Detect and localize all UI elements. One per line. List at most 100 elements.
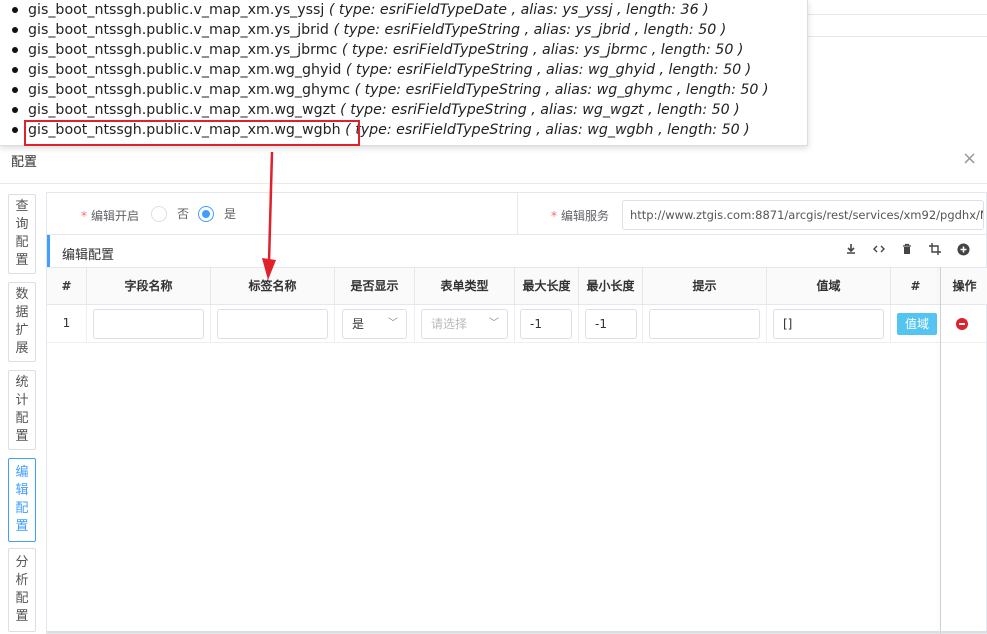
field-meta: ( type: esriFieldTypeString , alias: wg_… <box>340 102 740 118</box>
bullet-icon <box>12 67 18 73</box>
list-item[interactable]: gis_boot_ntssgh.public.v_map_xm.ys_yssj … <box>10 0 807 20</box>
field-name: gis_boot_ntssgh.public.v_map_xm.ys_jbrmc <box>28 42 338 58</box>
field-meta: ( type: esriFieldTypeString , alias: wg_… <box>345 122 750 138</box>
tab-edit-config[interactable]: 编 辑 配 置 <box>8 458 36 542</box>
tab-char: 配 <box>15 591 29 606</box>
col-hint: 提示 <box>643 268 767 305</box>
horizontal-scrollbar[interactable] <box>47 631 987 633</box>
tab-statistics-config[interactable]: 统 计 配 置 <box>8 370 36 450</box>
delete-row-icon[interactable] <box>956 318 968 330</box>
tab-char: 配 <box>15 501 29 516</box>
field-meta: ( type: esriFieldTypeString , alias: wg_… <box>354 82 769 98</box>
field-meta: ( type: esriFieldTypeDate , alias: ys_ys… <box>328 2 709 18</box>
radio-circle-checked[interactable] <box>198 205 214 222</box>
highlight-box <box>24 120 360 146</box>
tab-char: 数 <box>15 287 29 302</box>
col-min-length: 最小长度 <box>579 268 643 305</box>
form-type-placeholder: 请选择 <box>431 317 468 331</box>
bullet-icon <box>12 127 18 133</box>
field-name: gis_boot_ntssgh.public.v_map_xm.wg_ghyid <box>28 62 342 78</box>
tab-char: 展 <box>15 341 29 356</box>
tab-char: 据 <box>15 305 29 320</box>
field-meta: ( type: esriFieldTypeString , alias: wg_… <box>345 62 752 78</box>
trash-icon[interactable] <box>900 243 914 258</box>
label-name-input[interactable] <box>217 309 328 339</box>
chevron-down-icon: ﹀ <box>489 318 499 329</box>
dialog-divider <box>0 183 987 184</box>
table-row: 1 是 ﹀ 请选择 ﹀ -1 -1 [] 值域 <box>47 305 987 343</box>
hint-input[interactable] <box>649 309 760 339</box>
col-index: # <box>47 268 87 305</box>
show-select[interactable]: 是 ﹀ <box>342 309 407 339</box>
min-length-input[interactable]: -1 <box>585 309 637 339</box>
tab-analysis-config[interactable]: 分 析 配 置 <box>8 548 36 632</box>
table-header: # 字段名称 标签名称 是否显示 表单类型 最大长度 最小长度 提示 值域 # … <box>47 267 987 305</box>
tab-char: 置 <box>15 429 29 444</box>
edit-enable-label-text: 编辑开启 <box>91 209 140 223</box>
list-item[interactable]: gis_boot_ntssgh.public.v_map_xm.wg_wgzt … <box>10 100 807 120</box>
list-item[interactable]: gis_boot_ntssgh.public.v_map_xm.wg_ghymc… <box>10 80 807 100</box>
range-input[interactable]: [] <box>773 309 884 339</box>
list-item[interactable]: gis_boot_ntssgh.public.v_map_xm.ys_jbrid… <box>10 20 807 40</box>
crop-icon[interactable] <box>928 243 942 258</box>
max-length-input[interactable]: -1 <box>520 309 572 339</box>
col-actions: 操作 <box>952 279 977 293</box>
add-circle-icon[interactable] <box>956 243 970 259</box>
field-name: gis_boot_ntssgh.public.v_map_xm.ys_yssj <box>28 2 325 18</box>
field-name: gis_boot_ntssgh.public.v_map_xm.wg_wgzt <box>28 102 336 118</box>
field-name-input[interactable] <box>93 309 204 339</box>
cell-max-length: -1 <box>515 305 579 342</box>
form-type-select[interactable]: 请选择 ﹀ <box>421 309 508 339</box>
range-button[interactable]: 值域 <box>897 313 937 335</box>
tab-data-extension[interactable]: 数 据 扩 展 <box>8 282 36 362</box>
cell-label-name <box>211 305 335 342</box>
radio-yes-label: 是 <box>224 207 237 221</box>
background-line <box>808 36 987 37</box>
field-meta: ( type: esriFieldTypeString , alias: ys_… <box>333 22 727 38</box>
background-line <box>808 14 987 15</box>
field-name: gis_boot_ntssgh.public.v_map_xm.ys_jbrid <box>28 22 329 38</box>
tab-char: 配 <box>15 411 29 426</box>
tab-char: 辑 <box>15 483 29 498</box>
tab-char: 扩 <box>15 323 29 338</box>
radio-yes[interactable]: 是 <box>198 205 236 222</box>
edit-service-label: * 编辑服务 <box>551 209 610 223</box>
config-dialog: 配置 × 查 询 配 置 数 据 扩 展 统 计 配 置 编 辑 配 置 分 析… <box>0 136 987 634</box>
tab-char: 查 <box>15 199 29 214</box>
form-divider <box>517 193 518 235</box>
edit-config-panel: * 编辑开启 否 是 * 编辑服务 http://www.ztgis.com:887… <box>46 192 987 634</box>
tab-char: 置 <box>15 519 29 534</box>
cell-show: 是 ﹀ <box>335 305 415 342</box>
cell-min-length: -1 <box>579 305 643 342</box>
bullet-icon <box>12 27 18 33</box>
tab-char: 统 <box>15 375 29 390</box>
row-index: 1 <box>47 305 87 342</box>
radio-no-label: 否 <box>177 207 190 221</box>
edit-service-input[interactable]: http://www.ztgis.com:8871/arcgis/rest/se… <box>622 200 984 230</box>
show-select-value: 是 <box>352 317 365 331</box>
background-strip <box>808 0 987 140</box>
section-title: 编辑配置 <box>62 248 115 263</box>
col-field-name: 字段名称 <box>87 268 211 305</box>
download-icon[interactable] <box>844 243 858 258</box>
list-item[interactable]: gis_boot_ntssgh.public.v_map_xm.ys_jbrmc… <box>10 40 807 60</box>
col-max-length: 最大长度 <box>515 268 579 305</box>
tab-char: 计 <box>15 393 29 408</box>
fixed-column-divider <box>940 267 941 634</box>
radio-circle[interactable] <box>151 205 167 222</box>
tab-char: 置 <box>15 609 29 624</box>
radio-no[interactable]: 否 <box>151 205 189 222</box>
section-header: 编辑配置 <box>47 235 987 267</box>
bullet-icon <box>12 107 18 113</box>
tab-char: 置 <box>15 253 29 268</box>
edit-service-label-text: 编辑服务 <box>561 209 610 223</box>
tab-query-config[interactable]: 查 询 配 置 <box>8 194 36 274</box>
close-icon[interactable]: × <box>962 148 977 169</box>
cell-range: [] <box>767 305 891 342</box>
field-name: gis_boot_ntssgh.public.v_map_xm.wg_ghymc <box>28 82 351 98</box>
col-form-type: 表单类型 <box>415 268 515 305</box>
list-item[interactable]: gis_boot_ntssgh.public.v_map_xm.wg_ghyid… <box>10 60 807 80</box>
code-icon[interactable] <box>872 243 886 258</box>
annotation-arrow-icon <box>262 151 276 280</box>
col-hash: # <box>891 268 941 305</box>
